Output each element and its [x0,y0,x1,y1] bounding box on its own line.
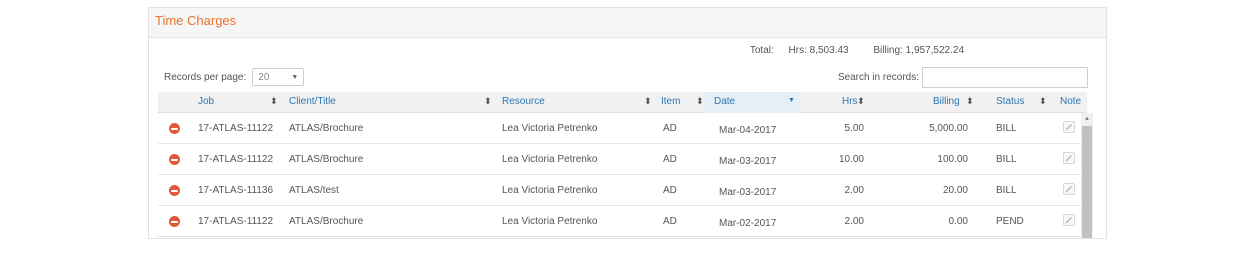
cell-billing: 100.00 [937,154,968,165]
note-icon[interactable] [1063,152,1075,164]
cell-client-title: ATLAS/Brochure [289,154,364,165]
cell-item: AD [663,123,677,134]
cell-client-title: ATLAS/Brochure [289,216,364,227]
cell-client-title: ATLAS/Brochure [289,123,364,134]
cell-item: AD [663,185,677,196]
time-charges-panel: Time Charges Total: Hrs: 8,503.43 Billin… [148,7,1107,239]
cell-status: BILL [996,185,1017,196]
sort-icon[interactable]: ⬍ [696,96,704,107]
vertical-scrollbar[interactable]: ▲ [1081,113,1093,238]
cell-job: 17-ATLAS-11122 [198,154,274,165]
delete-icon[interactable] [169,123,180,134]
cell-item: AD [663,154,677,165]
sort-desc-icon[interactable]: ▼ [788,97,795,104]
delete-icon[interactable] [169,154,180,165]
column-header-status[interactable]: Status [996,96,1024,107]
column-header-resource[interactable]: Resource [502,96,545,107]
column-header-date[interactable]: Date [714,96,735,107]
cell-hrs: 10.00 [838,154,864,165]
cell-resource: Lea Victoria Petrenko [502,123,598,134]
column-header-billing[interactable]: Billing [933,96,960,107]
cell-resource: Lea Victoria Petrenko [502,154,598,165]
column-header-hrs[interactable]: Hrs [842,96,858,107]
delete-icon[interactable] [169,216,180,227]
cell-status: BILL [996,123,1017,134]
cell-date: Mar-03-2017 [719,187,777,198]
cell-hrs: 2.00 [844,216,864,227]
sort-icon[interactable]: ⬍ [857,96,865,107]
cell-item: AD [663,216,677,227]
sort-icon[interactable]: ⬍ [644,96,652,107]
cell-hrs: 2.00 [844,185,864,196]
column-header-job[interactable]: Job [198,96,214,107]
scroll-up-arrow-icon[interactable]: ▲ [1084,116,1090,122]
cell-hrs: 5.00 [844,123,864,134]
scroll-thumb[interactable] [1082,126,1092,238]
cell-status: PEND [996,216,1024,227]
cell-billing: 5,000.00 [929,123,968,134]
column-header-client-title[interactable]: Client/Title [289,96,336,107]
note-icon[interactable] [1063,214,1075,226]
search-area: Search in records: [838,67,1088,88]
table-header-row: Job ⬍ Client/Title ⬍ Resource ⬍ Item ⬍ D… [158,92,1087,113]
totals-bar: Total: Hrs: 8,503.43 Billing: 1,957,522.… [750,45,964,56]
time-charges-table: Job ⬍ Client/Title ⬍ Resource ⬍ Item ⬍ D… [158,92,1087,237]
sort-icon[interactable]: ⬍ [484,96,492,107]
caret-down-icon: ▼ [291,73,299,81]
column-header-item[interactable]: Item [661,96,680,107]
table-row[interactable]: 17-ATLAS-11136 ATLAS/test Lea Victoria P… [158,175,1087,206]
cell-job: 17-ATLAS-11122 [198,123,274,134]
table-row[interactable]: 17-ATLAS-11122 ATLAS/Brochure Lea Victor… [158,113,1087,144]
panel-header: Time Charges [149,8,1106,38]
note-icon[interactable] [1063,183,1075,195]
records-per-page-select[interactable]: 20 ▼ [252,68,305,86]
cell-date: Mar-03-2017 [719,156,777,167]
sort-icon[interactable]: ⬍ [966,96,974,107]
cell-resource: Lea Victoria Petrenko [502,216,598,227]
cell-date: Mar-04-2017 [719,125,777,136]
search-label: Search in records: [837,72,919,83]
totals-billing: Billing: 1,957,522.24 [873,45,964,56]
records-per-page: Records per page: 20 ▼ [164,68,305,86]
cell-client-title: ATLAS/test [289,185,339,196]
note-icon[interactable] [1063,121,1075,133]
column-header-note[interactable]: Note [1060,96,1081,107]
cell-job: 17-ATLAS-11122 [198,216,274,227]
records-per-page-value: 20 [258,71,270,83]
cell-status: BILL [996,154,1017,165]
cell-job: 17-ATLAS-11136 [198,185,274,196]
cell-billing: 0.00 [948,216,968,227]
totals-hrs: Hrs: 8,503.43 [788,45,849,56]
sort-icon[interactable]: ⬍ [1039,96,1047,107]
delete-icon[interactable] [169,185,180,196]
search-input[interactable] [922,67,1088,88]
cell-resource: Lea Victoria Petrenko [502,185,598,196]
sort-icon[interactable]: ⬍ [270,96,278,107]
panel-title: Time Charges [155,13,237,28]
records-per-page-label: Records per page: [164,71,247,83]
totals-label: Total: [749,45,774,56]
table-row[interactable]: 17-ATLAS-11122 ATLAS/Brochure Lea Victor… [158,206,1087,237]
cell-date: Mar-02-2017 [719,218,777,229]
cell-billing: 20.00 [942,185,968,196]
table-row[interactable]: 17-ATLAS-11122 ATLAS/Brochure Lea Victor… [158,144,1087,175]
